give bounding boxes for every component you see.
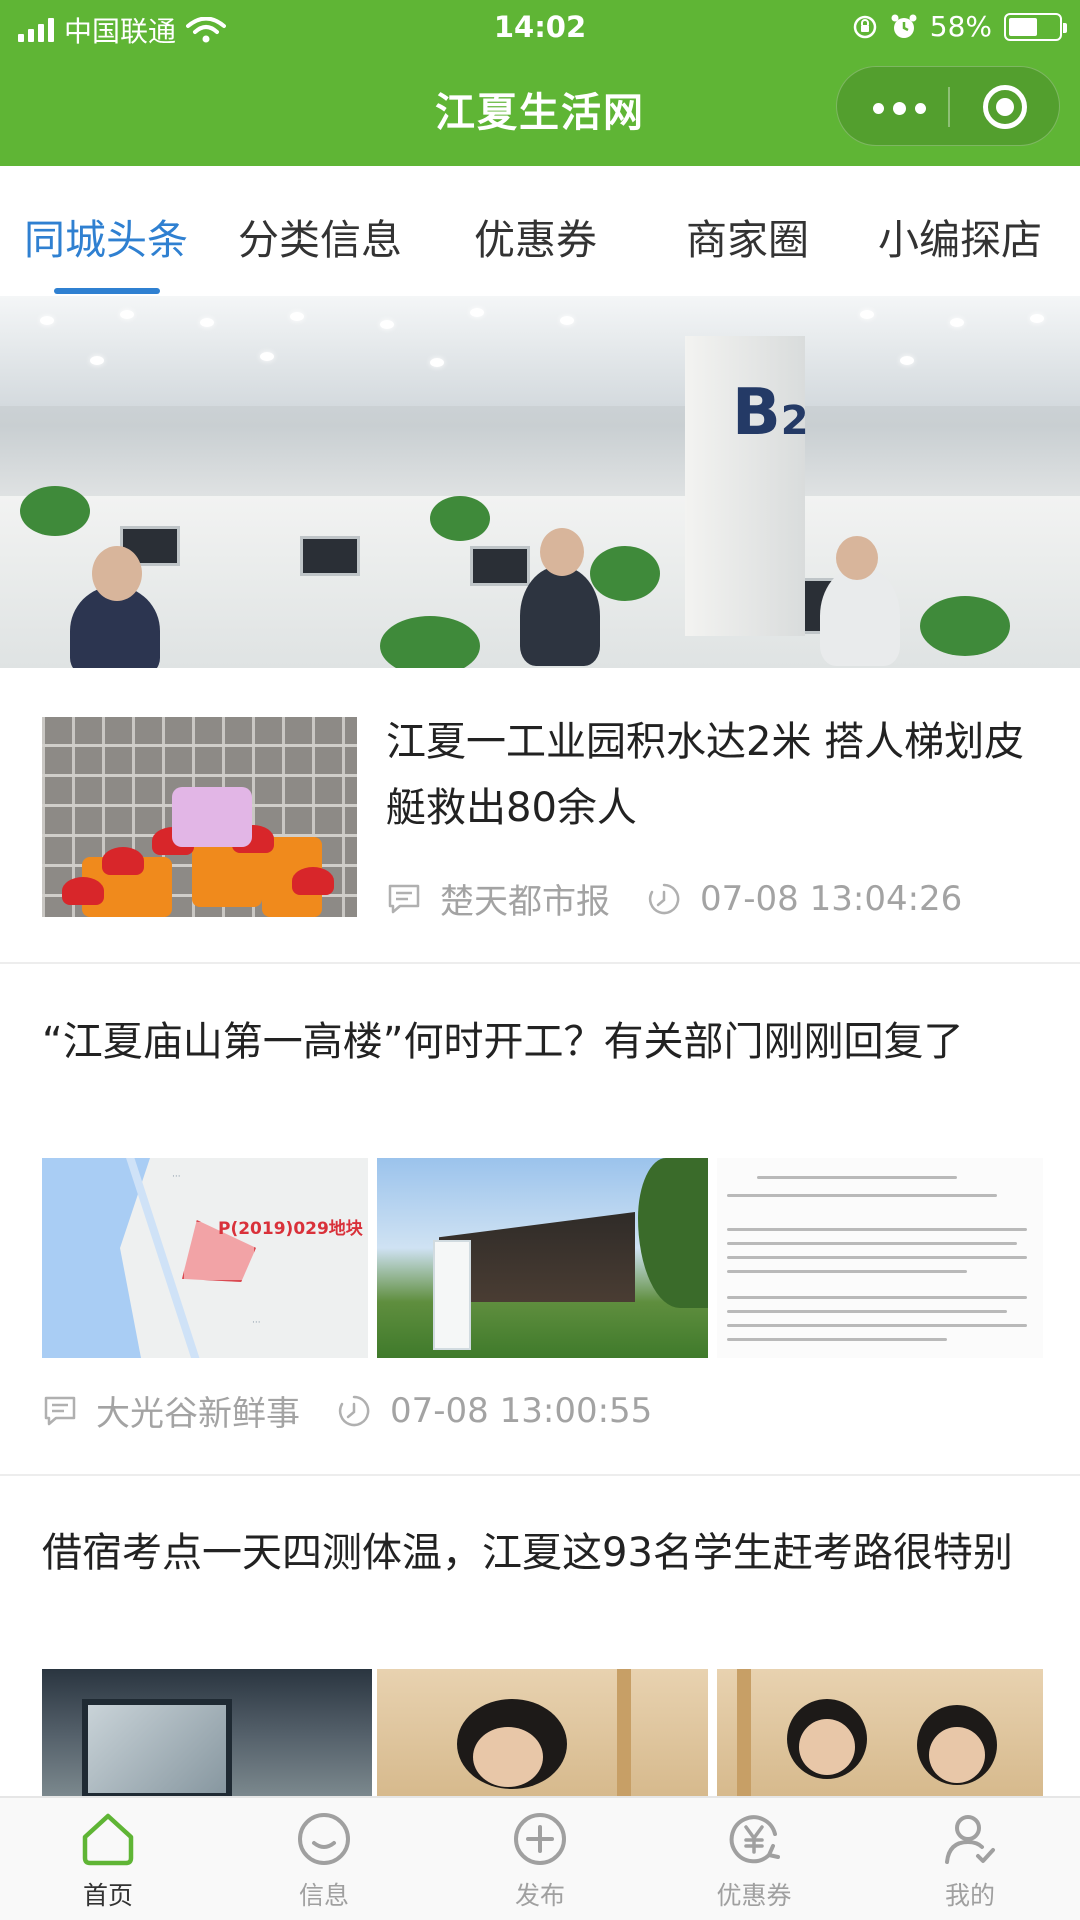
tab-coupons[interactable]: 优惠券 [474,206,597,266]
miniprogram-capsule [836,66,1060,146]
tab-merchant-circle[interactable]: 商家圈 [686,206,809,266]
news-source: 大光谷新鲜事 [96,1394,300,1434]
status-bar: 中国联通 14:02 58% [0,0,1080,56]
nav-publish[interactable]: 发布 [480,1810,600,1912]
nav-label: 我的 [944,1881,995,1910]
battery-icon [1004,12,1067,41]
yen-coupon-icon [729,1815,780,1864]
tab-classified-info[interactable]: 分类信息 [238,206,402,266]
smile-icon [298,1813,350,1865]
top-bar: 中国联通 14:02 58% 江夏生活网 [0,0,1080,166]
news-source: 楚天都市报 [440,882,610,922]
nav-info[interactable]: 信息 [264,1810,384,1912]
active-tab-indicator [54,288,160,294]
divider [0,962,1080,964]
close-miniprogram-icon[interactable] [983,85,1027,129]
home-icon [82,1813,134,1866]
news-image-students[interactable] [717,1669,1043,1799]
news-meta: 楚天都市报 07-08 13:04:26 [386,874,962,923]
map-parcel-label: P(2019)029地块 [218,1219,363,1239]
clock-icon [338,1395,370,1426]
plus-circle-icon [514,1813,566,1865]
news-image-building[interactable] [377,1158,708,1358]
capsule-divider [948,87,950,127]
news-meta: 大光谷新鲜事 07-08 13:00:55 [42,1386,652,1435]
user-icon [945,1815,995,1864]
nav-label: 优惠券 [716,1881,792,1910]
news-title[interactable]: 借宿考点一天四测体温，江夏这93名学生赶考路很特别 [42,1520,1042,1586]
nav-label: 发布 [514,1881,565,1910]
status-right: 58% [852,10,1067,43]
nav-home[interactable]: 首页 [48,1810,168,1912]
news-image-document[interactable] [717,1158,1043,1358]
comment-icon [44,1396,76,1425]
battery-percent: 58% [929,10,992,43]
news-image-bus[interactable] [42,1669,372,1799]
news-image-map[interactable]: P(2019)029地块 ··· ··· [42,1158,368,1358]
alarm-icon [891,14,917,38]
rotation-lock-icon [853,15,877,38]
comment-icon [388,884,420,913]
news-image-student[interactable] [377,1669,708,1799]
nav-mine[interactable]: 我的 [910,1810,1030,1912]
divider [0,1474,1080,1476]
tab-local-headlines[interactable]: 同城头条 [24,206,188,266]
more-options-icon[interactable] [873,102,926,115]
category-tabs: 同城头条 分类信息 优惠券 商家圈 小编探店 [0,166,1080,296]
clock-icon [648,883,680,914]
banner-carousel[interactable]: B2 [0,296,1080,668]
battery-fill [1009,17,1037,36]
bottom-navigation: 首页 信息 发布 优惠券 我的 [0,1796,1080,1920]
nav-label: 信息 [298,1881,349,1910]
banner-ceiling [0,296,1080,406]
nav-label: 首页 [82,1881,133,1910]
news-thumbnail [42,717,357,917]
news-time: 07-08 13:04:26 [700,878,963,919]
tab-editor-visits[interactable]: 小编探店 [878,206,1042,266]
pillar-sign: B2 [732,376,809,450]
news-time: 07-08 13:00:55 [390,1390,653,1431]
nav-coupons[interactable]: 优惠券 [694,1810,814,1912]
news-title[interactable]: 江夏一工业园积水达2米 搭人梯划皮艇救出80余人 [386,709,1026,841]
news-title[interactable]: “江夏庙山第一高楼”何时开工？有关部门刚刚回复了 [42,1009,1042,1075]
